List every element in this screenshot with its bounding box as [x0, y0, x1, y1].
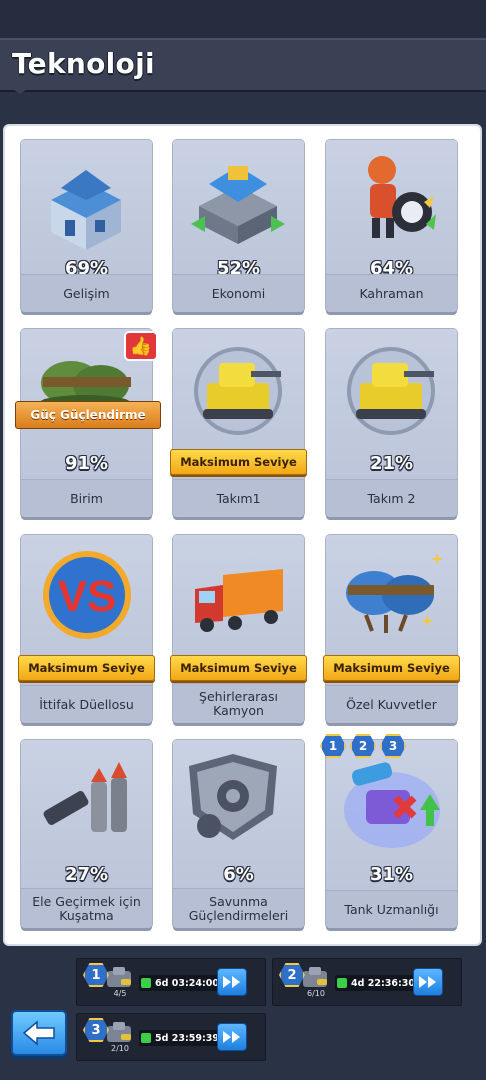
queue-count: 2/10	[111, 1044, 129, 1053]
yellow-tank-icon	[347, 347, 435, 435]
tech-card-label: Birim	[21, 479, 152, 517]
defense-shields-icon	[189, 754, 277, 840]
fast-forward-icon	[419, 976, 436, 988]
tech-card-sehirlerarasi-kamyon[interactable]: Maksimum Seviye Şehirlerarası Kamyon	[170, 535, 307, 723]
rockets-icon	[43, 762, 127, 832]
thumbs-up-icon: 👍	[124, 331, 158, 361]
tech-card-label: Ele Geçirmek için Kuşatma	[21, 888, 152, 928]
svg-text:+: +	[422, 611, 433, 631]
tier-badge: 1	[320, 734, 346, 758]
max-level-label: Maksimum Seviye	[18, 655, 155, 681]
fast-forward-button[interactable]	[413, 968, 443, 996]
page-header: Teknoloji	[0, 38, 486, 94]
max-level-label: Maksimum Seviye	[323, 655, 460, 681]
yellow-tank-icon	[194, 347, 282, 435]
tech-panel: 69% Gelişim 52% Ekonomi 64% Kahraman 👍 G…	[5, 126, 480, 944]
fast-forward-button[interactable]	[217, 968, 247, 996]
tech-card-takim-2[interactable]: 21% Takım 2	[326, 329, 457, 517]
tech-card-kahraman[interactable]: 64% Kahraman	[326, 140, 457, 312]
tech-card-label: İttifak Düellosu	[21, 685, 152, 723]
tech-card-label: Kahraman	[326, 274, 457, 312]
tech-card-label: Gelişim	[21, 274, 152, 312]
progress-percent: 91%	[64, 453, 109, 474]
tier-badge: 2	[350, 734, 376, 758]
fast-forward-icon	[223, 976, 240, 988]
special-forces-helmets-icon: + +	[346, 549, 443, 633]
progress-percent: 27%	[64, 864, 109, 885]
tech-card-takim1[interactable]: Maksimum Seviye Takım1	[170, 329, 307, 517]
truck-icon	[195, 569, 283, 632]
tech-card-ittifak-duellosu[interactable]: VS Maksimum Seviye İttifak Düellosu	[18, 535, 155, 723]
max-level-label: Maksimum Seviye	[170, 655, 307, 681]
tech-card-label: Şehirlerarası Kamyon	[173, 683, 304, 723]
research-queue-3[interactable]: 3 2/10 5d 23:59:39	[76, 1013, 266, 1061]
tech-card-birim[interactable]: 👍 Güç Güçlendirme 91% Birim	[15, 329, 161, 517]
tech-card-label: Tank Uzmanlığı	[326, 890, 457, 928]
tech-card-tank-uzmanligi[interactable]: 1 2 3 31% Tank Uzmanlığı	[320, 734, 457, 928]
tech-card-kusatma[interactable]: 27% Ele Geçirmek için Kuşatma	[21, 740, 152, 928]
economy-building-icon	[191, 166, 285, 244]
tech-card-label: Özel Kuvvetler	[326, 685, 457, 723]
progress-percent: 6%	[223, 864, 254, 885]
tech-card-label: Ekonomi	[173, 274, 304, 312]
back-button[interactable]	[11, 1010, 67, 1056]
building-icon	[51, 170, 121, 250]
hero-icon	[368, 156, 436, 238]
progress-percent: 21%	[369, 453, 414, 474]
tech-card-label: Takım1	[173, 479, 304, 517]
arrow-left-icon	[22, 1020, 55, 1046]
tech-card-label: Savunma Güçlendirmeleri	[173, 888, 304, 928]
research-queue-2[interactable]: 2 6/10 4d 22:36:30	[272, 958, 462, 1006]
svg-text:+: +	[432, 549, 443, 569]
tech-card-ozel-kuvvetler[interactable]: + + Maksimum Seviye Özel Kuvvetler	[323, 535, 460, 723]
queue-count: 4/5	[113, 989, 127, 998]
fast-forward-button[interactable]	[217, 1023, 247, 1051]
vs-icon: VS	[43, 551, 131, 639]
tech-card-label: Takım 2	[326, 479, 457, 517]
research-queue-1[interactable]: 1 4/5 6d 03:24:00	[76, 958, 266, 1006]
queue-timer: 5d 23:59:39	[139, 1030, 223, 1046]
power-boost-ribbon: Güç Güçlendirme	[15, 401, 161, 429]
svg-text:VS: VS	[58, 572, 117, 621]
progress-percent: 31%	[369, 864, 414, 885]
queue-count: 6/10	[307, 989, 325, 998]
max-level-label: Maksimum Seviye	[170, 449, 307, 475]
queue-timer: 4d 22:36:30	[335, 975, 419, 991]
queue-timer: 6d 03:24:00	[139, 975, 223, 991]
tank-mastery-icon	[344, 762, 440, 848]
tech-card-savunma[interactable]: 6% Savunma Güçlendirmeleri	[173, 740, 304, 928]
tech-card-ekonomi[interactable]: 52% Ekonomi	[173, 140, 304, 312]
tier-badge: 3	[380, 734, 406, 758]
tier-badges: 1 2 3	[320, 734, 406, 758]
tech-card-gelisim[interactable]: 69% Gelişim	[21, 140, 152, 312]
fast-forward-icon	[223, 1031, 240, 1043]
status-bar	[0, 0, 486, 38]
page-title: Teknoloji	[12, 47, 155, 80]
